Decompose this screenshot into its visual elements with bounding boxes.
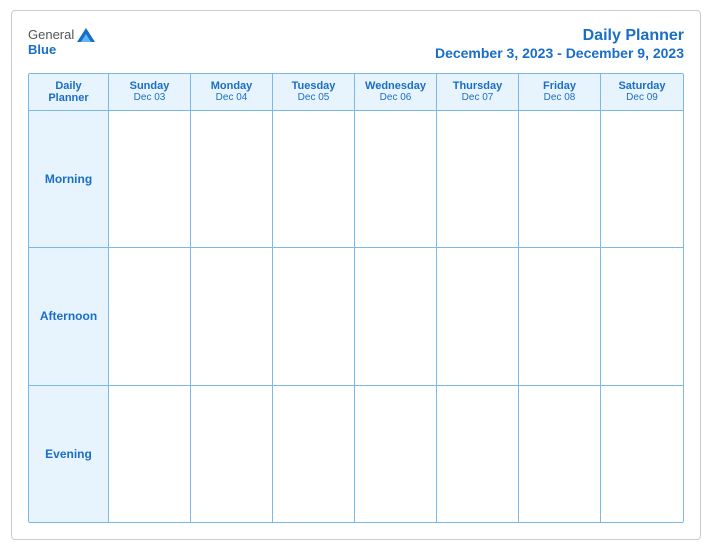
row-label-afternoon: Afternoon	[29, 248, 109, 384]
afternoon-wednesday[interactable]	[355, 248, 437, 384]
day-name-2: Tuesday	[275, 80, 352, 92]
day-date-5: Dec 08	[521, 92, 598, 103]
afternoon-friday[interactable]	[519, 248, 601, 384]
header-label-cell: Daily Planner	[29, 74, 109, 110]
header-day-6: Saturday Dec 09	[601, 74, 683, 110]
morning-tuesday[interactable]	[273, 111, 355, 247]
day-date-3: Dec 06	[357, 92, 434, 103]
day-name-4: Thursday	[439, 80, 516, 92]
calendar-header: Daily Planner Sunday Dec 03 Monday Dec 0…	[29, 74, 683, 111]
day-date-2: Dec 05	[275, 92, 352, 103]
day-name-1: Monday	[193, 80, 270, 92]
logo-blue-text: Blue	[28, 42, 56, 57]
calendar: Daily Planner Sunday Dec 03 Monday Dec 0…	[28, 73, 684, 523]
evening-tuesday[interactable]	[273, 386, 355, 522]
header: General Blue Daily Planner December 3, 2…	[28, 27, 684, 61]
header-label-line1: Daily	[55, 80, 81, 92]
morning-friday[interactable]	[519, 111, 601, 247]
header-day-2: Tuesday Dec 05	[273, 74, 355, 110]
afternoon-label: Afternoon	[40, 309, 97, 323]
evening-saturday[interactable]	[601, 386, 683, 522]
day-name-5: Friday	[521, 80, 598, 92]
logo-area: General Blue	[28, 27, 95, 57]
logo-text: General	[28, 27, 95, 42]
evening-friday[interactable]	[519, 386, 601, 522]
morning-wednesday[interactable]	[355, 111, 437, 247]
day-date-0: Dec 03	[111, 92, 188, 103]
evening-label: Evening	[45, 447, 92, 461]
evening-sunday[interactable]	[109, 386, 191, 522]
day-date-6: Dec 09	[603, 92, 681, 103]
calendar-body: Morning Afternoon	[29, 111, 683, 522]
morning-label: Morning	[45, 172, 92, 186]
afternoon-thursday[interactable]	[437, 248, 519, 384]
row-label-morning: Morning	[29, 111, 109, 247]
day-date-1: Dec 04	[193, 92, 270, 103]
header-day-3: Wednesday Dec 06	[355, 74, 437, 110]
day-date-4: Dec 07	[439, 92, 516, 103]
planner-date-range: December 3, 2023 - December 9, 2023	[435, 45, 684, 61]
header-label-line2: Planner	[48, 92, 88, 104]
evening-thursday[interactable]	[437, 386, 519, 522]
day-name-0: Sunday	[111, 80, 188, 92]
day-name-6: Saturday	[603, 80, 681, 92]
evening-wednesday[interactable]	[355, 386, 437, 522]
header-day-4: Thursday Dec 07	[437, 74, 519, 110]
row-evening: Evening	[29, 386, 683, 522]
morning-thursday[interactable]	[437, 111, 519, 247]
header-day-1: Monday Dec 04	[191, 74, 273, 110]
logo-icon	[77, 28, 95, 42]
logo-general-text: General	[28, 27, 74, 42]
afternoon-monday[interactable]	[191, 248, 273, 384]
header-day-0: Sunday Dec 03	[109, 74, 191, 110]
row-morning: Morning	[29, 111, 683, 248]
evening-monday[interactable]	[191, 386, 273, 522]
day-name-3: Wednesday	[357, 80, 434, 92]
morning-monday[interactable]	[191, 111, 273, 247]
afternoon-saturday[interactable]	[601, 248, 683, 384]
morning-sunday[interactable]	[109, 111, 191, 247]
afternoon-sunday[interactable]	[109, 248, 191, 384]
morning-saturday[interactable]	[601, 111, 683, 247]
row-label-evening: Evening	[29, 386, 109, 522]
title-area: Daily Planner December 3, 2023 - Decembe…	[435, 27, 684, 61]
planner-title: Daily Planner	[435, 27, 684, 45]
afternoon-tuesday[interactable]	[273, 248, 355, 384]
row-afternoon: Afternoon	[29, 248, 683, 385]
page: General Blue Daily Planner December 3, 2…	[11, 10, 701, 540]
header-day-5: Friday Dec 08	[519, 74, 601, 110]
logo-blue-label: Blue	[28, 42, 56, 57]
